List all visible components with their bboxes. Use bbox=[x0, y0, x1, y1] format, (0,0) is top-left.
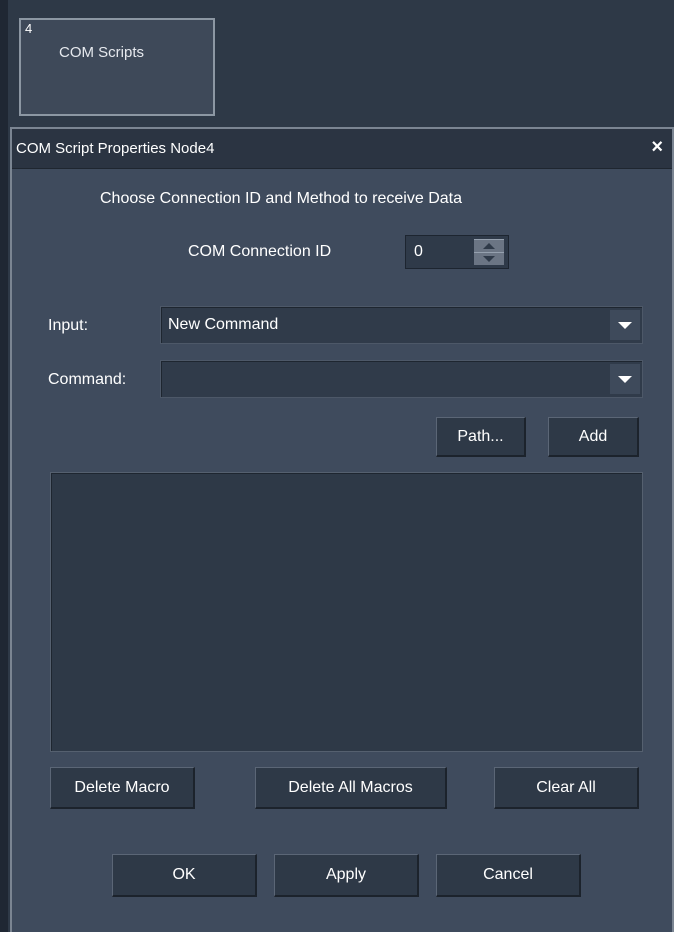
input-dropdown-value: New Command bbox=[168, 316, 279, 333]
spinner-buttons bbox=[474, 239, 504, 265]
dialog-title-bar[interactable]: COM Script Properties Node4 × bbox=[12, 129, 672, 169]
clear-all-button-label: Clear All bbox=[536, 779, 596, 796]
delete-all-macros-button[interactable]: Delete All Macros bbox=[255, 767, 447, 809]
command-dropdown[interactable] bbox=[160, 360, 643, 398]
apply-button-label: Apply bbox=[325, 866, 367, 883]
com-script-properties-dialog: COM Script Properties Node4 × Choose Con… bbox=[10, 127, 674, 932]
clear-all-button[interactable]: Clear All bbox=[494, 767, 639, 809]
cancel-button[interactable]: Cancel bbox=[436, 854, 581, 897]
spinner-down-button[interactable] bbox=[474, 252, 504, 265]
dropdown-arrow-icon bbox=[618, 322, 632, 329]
com-connection-id-label: COM Connection ID bbox=[188, 243, 332, 260]
dropdown-arrow-icon bbox=[618, 376, 632, 383]
spinner-up-button[interactable] bbox=[474, 239, 504, 252]
input-dropdown[interactable]: New Command bbox=[160, 306, 643, 344]
delete-all-macros-button-label: Delete All Macros bbox=[288, 779, 413, 796]
add-button[interactable]: Add bbox=[548, 417, 639, 457]
command-label: Command: bbox=[48, 371, 127, 388]
com-scripts-node[interactable]: 4 COM Scripts bbox=[19, 18, 215, 116]
command-dropdown-arrow[interactable] bbox=[610, 364, 640, 394]
delete-macro-button[interactable]: Delete Macro bbox=[50, 767, 195, 809]
add-button-label: Add bbox=[578, 428, 608, 445]
node-number: 4 bbox=[25, 21, 33, 36]
chevron-down-icon bbox=[483, 256, 495, 262]
path-button-label: Path... bbox=[457, 428, 504, 445]
path-button[interactable]: Path... bbox=[436, 417, 526, 457]
ok-button[interactable]: OK bbox=[112, 854, 257, 897]
input-label: Input: bbox=[48, 317, 89, 334]
close-icon[interactable]: × bbox=[651, 137, 663, 157]
apply-button[interactable]: Apply bbox=[274, 854, 419, 897]
cancel-button-label: Cancel bbox=[483, 866, 533, 883]
macro-list[interactable] bbox=[50, 472, 643, 752]
ok-button-label: OK bbox=[172, 866, 196, 883]
com-connection-id-spinner[interactable]: 0 bbox=[405, 235, 509, 269]
instruction-text: Choose Connection ID and Method to recei… bbox=[100, 190, 462, 207]
delete-macro-button-label: Delete Macro bbox=[74, 779, 170, 796]
node-title: COM Scripts bbox=[59, 44, 145, 61]
window-edge bbox=[0, 0, 8, 932]
dialog-title: COM Script Properties Node4 bbox=[16, 140, 215, 157]
com-connection-id-value[interactable]: 0 bbox=[414, 243, 423, 261]
input-dropdown-arrow[interactable] bbox=[610, 310, 640, 340]
chevron-up-icon bbox=[483, 243, 495, 249]
